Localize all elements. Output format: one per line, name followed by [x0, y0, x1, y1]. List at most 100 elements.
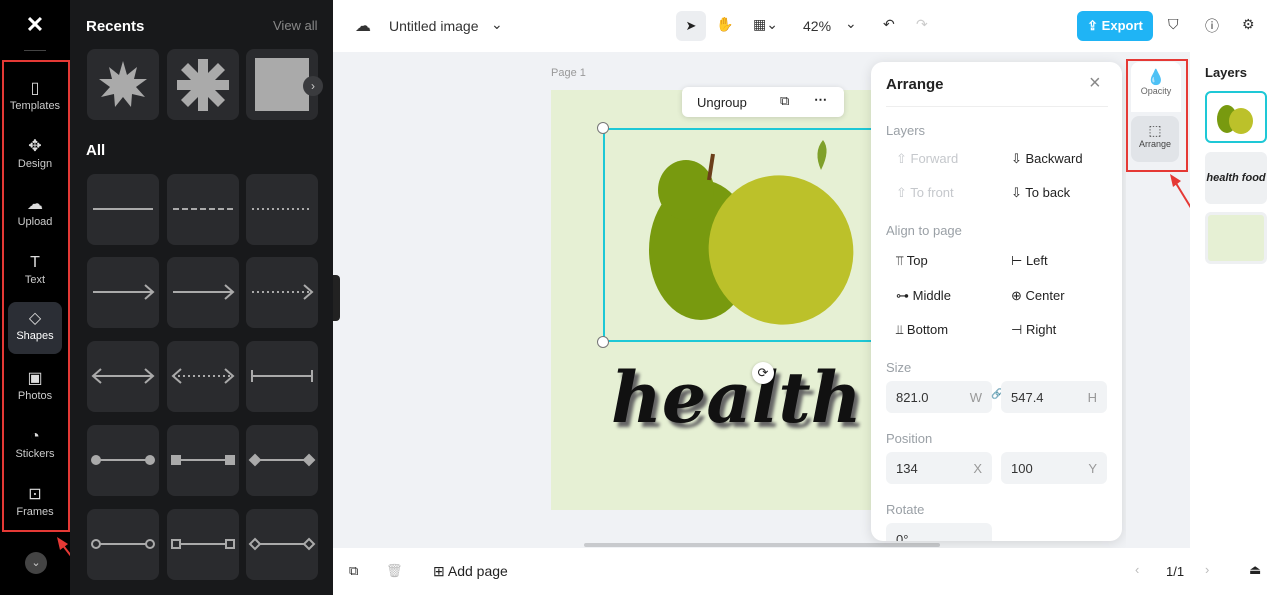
y-value: 100 [1011, 461, 1033, 476]
to-front-button[interactable]: ⇧ To front [896, 185, 954, 201]
shape-cog-star[interactable] [167, 49, 239, 120]
title-chevron-down-icon[interactable]: ⌄ [491, 16, 503, 33]
align-bottom-icon: ⫫ [896, 322, 907, 337]
shape-line-bar-ends[interactable] [246, 341, 318, 412]
shapes-panel: Recents View all › All [70, 0, 333, 595]
ungroup-button[interactable]: Ungroup [697, 95, 747, 110]
forward-icon: ⇧ [896, 151, 911, 166]
x-input[interactable]: 134 X [886, 452, 992, 484]
shape-line-circle-ends-hollow[interactable] [87, 509, 159, 580]
shape-line-diamond-ends-hollow[interactable] [246, 509, 318, 580]
help-icon[interactable]: ⓘ [1205, 16, 1219, 36]
label: Forward [910, 151, 959, 166]
shape-line-dot-ends[interactable] [87, 425, 159, 496]
align-middle-button[interactable]: ⊶ Middle [896, 288, 951, 304]
zoom-level[interactable]: 42% [803, 18, 831, 34]
shape-line-solid[interactable] [87, 174, 159, 245]
hand-tool-icon[interactable]: ✋ [716, 16, 733, 33]
label: Backward [1025, 151, 1083, 166]
more-icon[interactable]: ⋯ [814, 92, 827, 108]
align-bottom-button[interactable]: ⫫ Bottom [896, 322, 948, 338]
redo-icon[interactable]: ↷ [916, 16, 928, 33]
shape-double-arrow[interactable] [87, 341, 159, 412]
shape-double-arrow-dotted[interactable] [167, 341, 239, 412]
add-page-button[interactable]: ⊞ Add page [433, 563, 508, 580]
capcut-logo: ✕ [25, 12, 45, 37]
label: To front [910, 185, 954, 200]
shape-line-dashed[interactable] [167, 174, 239, 245]
layer-background[interactable] [1205, 212, 1267, 264]
prev-page-icon[interactable]: ‹ [1135, 562, 1139, 577]
cloud-icon: ☁ [355, 18, 371, 35]
delete-icon[interactable]: 🗑 [386, 563, 403, 579]
shape-line-square-ends-hollow[interactable] [167, 509, 239, 580]
shape-line-square-ends[interactable] [167, 425, 239, 496]
label: Right [1025, 322, 1057, 337]
shape-arrow-thick[interactable] [167, 257, 239, 328]
to-back-button[interactable]: ⇩ To back [1011, 185, 1070, 201]
layer-health-food-text[interactable]: health food [1205, 152, 1267, 204]
view-all-link[interactable]: View all [273, 18, 318, 33]
duplicate-page-icon[interactable]: ⧉ [349, 563, 358, 579]
shape-arrow-solid[interactable] [87, 257, 159, 328]
y-input[interactable]: 100 Y [1001, 452, 1107, 484]
select-tool-icon[interactable]: ➤ [676, 11, 706, 41]
w-unit: W [969, 390, 982, 405]
width-value: 821.0 [896, 390, 929, 405]
rotate-value: 0° [896, 532, 909, 541]
label: Add page [447, 563, 508, 579]
to-back-icon: ⇩ [1011, 185, 1026, 200]
height-value: 547.4 [1011, 390, 1044, 405]
rotate-section-label: Rotate [886, 502, 925, 517]
shape-line-diamond-ends[interactable] [246, 425, 318, 496]
height-input[interactable]: 547.4 H [1001, 381, 1107, 413]
backward-button[interactable]: ⇩ Backward [1011, 151, 1083, 167]
layer-fruit-image[interactable] [1205, 91, 1267, 143]
duplicate-icon[interactable]: ⧉ [780, 93, 789, 109]
align-center-icon: ⊕ [1011, 288, 1026, 303]
align-left-button[interactable]: ⊢ Left [1011, 253, 1048, 269]
resize-handle[interactable] [597, 122, 609, 134]
horizontal-scrollbar[interactable] [584, 543, 940, 547]
rotate-handle-icon[interactable]: ⟳ [752, 362, 774, 384]
settings-gear-icon[interactable]: ⚙ [1242, 16, 1255, 33]
layers-section-label: Layers [886, 123, 926, 138]
divider [24, 50, 46, 51]
export-icon: ⇪ [1087, 18, 1102, 33]
shape-line-dotted[interactable] [246, 174, 318, 245]
shape-arrow-dotted[interactable] [246, 257, 318, 328]
next-page-icon[interactable]: › [1205, 562, 1209, 577]
zoom-chevron-down-icon[interactable]: ⌄ [845, 15, 857, 32]
arrange-panel: Arrange × Layers ⇧ Forward ⇩ Backward ⇧ … [871, 62, 1122, 541]
page-label: Page 1 [551, 67, 586, 79]
shape-starburst[interactable] [87, 49, 159, 120]
align-center-button[interactable]: ⊕ Center [1011, 288, 1065, 304]
align-top-button[interactable]: ⫪ Top [896, 253, 928, 269]
forward-button[interactable]: ⇧ Forward [896, 151, 958, 167]
position-section-label: Position [886, 431, 933, 446]
shield-icon[interactable]: ⛉ [1168, 16, 1179, 33]
undo-icon[interactable]: ↶ [883, 16, 895, 33]
to-front-icon: ⇧ [896, 185, 911, 200]
more-chevron-down-icon[interactable]: ⌄ [25, 552, 47, 574]
close-icon[interactable]: × [1089, 72, 1101, 95]
resize-handle[interactable] [597, 336, 609, 348]
export-button[interactable]: ⇪ Export [1077, 11, 1153, 41]
all-heading: All [86, 142, 106, 159]
x-value: 134 [896, 461, 918, 476]
align-right-icon: ⊣ [1011, 322, 1026, 337]
collapse-panel-handle[interactable] [333, 275, 340, 321]
recents-heading: Recents [86, 18, 145, 35]
label: To back [1025, 185, 1071, 200]
label: Bottom [906, 322, 949, 337]
page-panel-icon[interactable]: ⏏ [1249, 562, 1261, 578]
rotate-input[interactable]: 0° [886, 523, 992, 541]
next-chevron-icon[interactable]: › [303, 76, 323, 96]
size-section-label: Size [886, 360, 912, 375]
arrange-title: Arrange [886, 76, 944, 93]
document-title[interactable]: Untitled image [389, 18, 479, 34]
align-right-button[interactable]: ⊣ Right [1011, 322, 1056, 338]
layout-icon[interactable]: ▦⌄ [753, 16, 778, 33]
label: Top [906, 253, 928, 268]
width-input[interactable]: 821.0 W [886, 381, 992, 413]
